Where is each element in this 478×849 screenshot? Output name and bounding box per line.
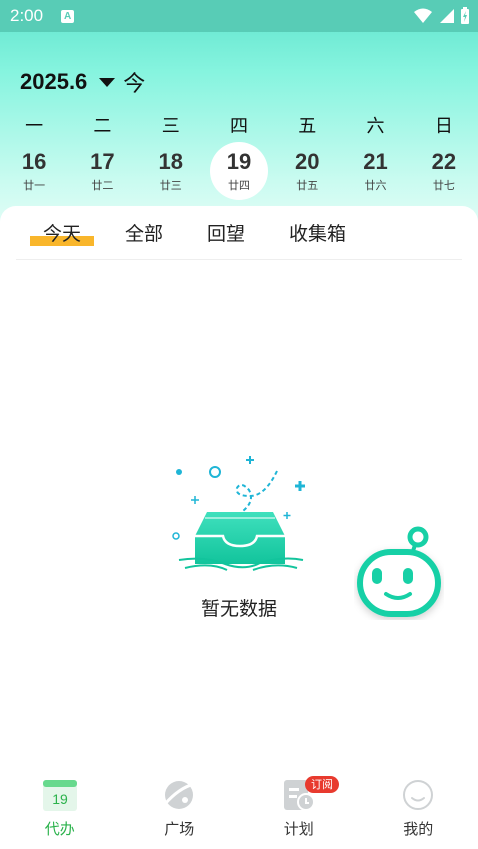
- date-cell[interactable]: 16 廿一: [0, 142, 68, 200]
- date-cell[interactable]: 22 廿七: [410, 142, 478, 200]
- tab-all[interactable]: 全部: [125, 206, 163, 260]
- weekday-label: 日: [434, 116, 453, 137]
- nav-label: 我的: [403, 820, 434, 838]
- nav-label: 代办: [44, 820, 75, 838]
- weekday-header: 一 二 三 四 五 六 日: [0, 112, 478, 138]
- date-number: 22: [431, 149, 457, 174]
- battery-icon: [461, 7, 469, 24]
- month-selector[interactable]: 2025.6 今: [20, 66, 145, 98]
- weekday-label: 二: [93, 116, 112, 137]
- lunar-date: 廿三: [159, 179, 182, 192]
- calendar-icon-day: 19: [52, 791, 68, 807]
- subscribe-badge: 订阅: [305, 776, 339, 793]
- robot-assistant-icon[interactable]: [354, 524, 444, 620]
- week-dates: 16 廿一 17 廿二 18 廿三 19 廿四 20 廿五 21 廿六 22 廿…: [0, 142, 478, 200]
- nav-plan[interactable]: 订阅 计划: [239, 772, 359, 849]
- weekday-label: 三: [161, 116, 180, 137]
- date-cell[interactable]: 21 廿六: [341, 142, 409, 200]
- lunar-date: 廿五: [296, 179, 319, 192]
- nav-todo[interactable]: 19 代办: [0, 772, 120, 849]
- date-cell[interactable]: 17 廿二: [68, 142, 136, 200]
- signal-icon: [440, 9, 454, 23]
- month-label: 2025.6: [20, 69, 88, 94]
- tab-review[interactable]: 回望: [207, 206, 245, 260]
- weekday-label: 一: [25, 116, 44, 137]
- nav-label: 计划: [283, 820, 314, 838]
- date-number: 17: [90, 149, 115, 174]
- weekday-label: 六: [366, 116, 385, 137]
- tab-label: 收集箱: [289, 223, 347, 245]
- date-number: 18: [158, 149, 183, 174]
- tab-today[interactable]: 今天: [30, 206, 95, 260]
- status-time: 2:00: [10, 6, 44, 25]
- content-card: 今天 全部 回望 收集箱 暂无数据 19 代办 广场 订阅 计划 我的: [0, 206, 478, 849]
- date-number: 20: [295, 149, 320, 174]
- wifi-icon: [414, 8, 432, 23]
- smile-icon: [403, 780, 434, 810]
- weekday-label: 四: [229, 116, 248, 137]
- status-bar: 2:00 A: [0, 0, 478, 32]
- caret-down-icon: [99, 77, 116, 87]
- notification-icon: A: [61, 9, 75, 23]
- weekday-label: 五: [298, 116, 317, 137]
- date-cell-selected[interactable]: 19 廿四: [205, 142, 273, 200]
- calendar-icon: 19: [42, 780, 77, 811]
- lunar-date: 廿七: [432, 179, 455, 192]
- nav-plaza[interactable]: 广场: [120, 772, 240, 849]
- date-cell[interactable]: 18 廿三: [137, 142, 205, 200]
- lunar-date: 廿四: [227, 179, 250, 192]
- empty-inbox-illustration: [172, 456, 305, 571]
- today-button[interactable]: 今: [123, 66, 145, 98]
- bottom-navigation: 19 代办 广场 订阅 计划 我的: [0, 772, 478, 849]
- date-number: 19: [226, 149, 252, 174]
- tab-label: 全部: [125, 223, 164, 245]
- nav-mine[interactable]: 我的: [359, 772, 478, 849]
- planet-icon: [164, 781, 195, 809]
- date-number: 21: [363, 149, 388, 174]
- nav-label: 广场: [164, 820, 195, 838]
- tab-inbox[interactable]: 收集箱: [289, 206, 346, 260]
- date-cell[interactable]: 20 廿五: [273, 142, 341, 200]
- lunar-date: 廿一: [23, 179, 46, 192]
- tab-label: 回望: [207, 223, 246, 245]
- lunar-date: 廿六: [364, 179, 387, 192]
- date-number: 16: [21, 149, 47, 174]
- tab-bar: 今天 全部 回望 收集箱: [16, 206, 462, 260]
- lunar-date: 廿二: [91, 179, 114, 192]
- tab-label: 今天: [43, 223, 82, 245]
